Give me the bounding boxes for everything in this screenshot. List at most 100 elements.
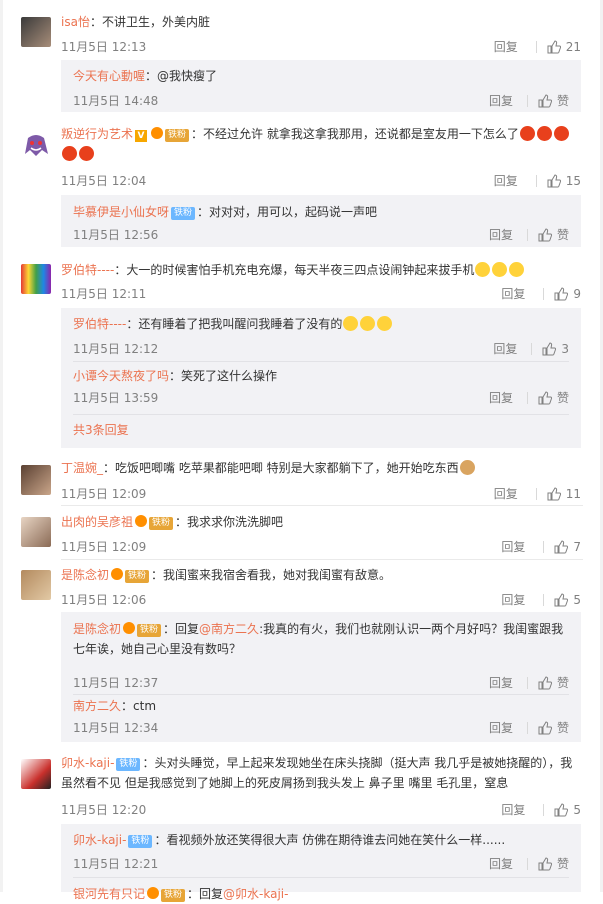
reply-button[interactable]: 回复 [501,801,525,818]
timestamp: 11月5日 12:37 [73,676,159,690]
reply-button[interactable]: 回复 [494,172,518,189]
username[interactable]: 叛逆行为艺术 [61,127,133,141]
comment-text: 虽然看不见 但是我感觉到了她脚上的死皮屑扬到我头发上 鼻子里 嘴里 毛孔里，窒息 [61,776,509,790]
username[interactable]: 丁温婉_ [61,461,103,475]
username[interactable]: 毕慕伊是小仙女呀 [73,205,169,219]
reply-box: 卯水-kaji- 铁粉 ：看视频外放还笑得很大声 仿佛在期待谁去问她在笑什么一样..… [61,824,581,902]
reply-button[interactable]: 回复 [494,38,518,55]
reply-text: :我真的有火，我们也就刚认识一两个月好吗？我闺蜜跟我 [259,622,564,636]
grin-emoji-icon [509,262,525,277]
like-button[interactable]: 7 [554,540,581,554]
thumbs-up-icon [538,720,552,734]
like-button[interactable]: 赞 [538,855,569,872]
reply-button[interactable]: 回复 [489,674,513,691]
thumbs-up-icon [538,856,552,870]
username[interactable]: 卯水-kaji- [73,833,126,847]
reply-button[interactable]: 回复 [493,340,517,357]
reply-text: 七年诶，她自己心里没有数吗？ [73,642,242,656]
grin-emoji-icon [343,316,359,331]
username[interactable]: 卯水-kaji- [61,756,114,770]
avatar[interactable] [21,465,51,495]
divider [535,487,537,500]
like-button[interactable]: 5 [554,593,581,607]
divider [543,540,545,553]
like-button[interactable]: 5 [554,803,581,817]
timestamp: 11月5日 12:06 [61,593,147,607]
like-button[interactable]: 3 [542,342,569,356]
like-button[interactable]: 21 [547,40,581,54]
divider [61,559,583,560]
reply-button[interactable]: 回复 [501,591,525,608]
username[interactable]: 是陈念初 [61,568,109,582]
like-button[interactable]: 赞 [538,92,569,109]
avatar[interactable] [21,264,51,294]
angry-emoji-icon [79,146,94,161]
avatar[interactable] [21,17,51,47]
thumbs-up-icon [538,675,552,689]
reply-button[interactable]: 回复 [489,226,513,243]
thumbs-up-icon [538,227,552,241]
thumbs-up-icon [547,173,561,187]
comment-text: ：不讲卫生，外美内脏 [89,15,210,29]
avatar[interactable] [21,759,51,789]
reply-button[interactable]: 回复 [489,389,513,406]
reply-text: ：ctm [121,699,157,713]
more-replies-link[interactable]: 共3条回复 [73,423,129,437]
angry-emoji-icon [62,146,77,161]
username[interactable]: isa怡 [61,15,90,29]
username[interactable]: 银河先有只记 [73,887,145,901]
divider [526,391,528,404]
like-count: 赞 [556,228,569,242]
like-button[interactable]: 9 [554,287,581,301]
username[interactable]: 罗伯特---- [73,317,126,331]
divider [535,40,537,53]
timestamp: 11月5日 12:56 [73,228,159,242]
reply-prefix: ：回复 [163,622,200,636]
fan-badge: 铁粉 [149,517,174,530]
username[interactable]: 罗伯特---- [61,263,114,277]
like-count: 5 [573,592,581,607]
like-button[interactable]: 11 [547,487,581,501]
angry-emoji-icon [536,126,552,141]
thumbs-up-icon [554,539,569,553]
reply-box: 是陈念初 铁粉 ：回复@南方二久:我真的有火，我们也就刚认识一两个月好吗？我闺蜜跟我… [61,612,581,742]
divider [526,228,528,241]
like-count: 赞 [556,94,569,108]
username[interactable]: 出肉的吴彦祖 [61,515,133,529]
cat-emoji-icon [459,460,475,475]
avatar[interactable] [21,517,51,547]
avatar[interactable] [21,570,51,600]
fan-badge: 铁粉 [171,207,196,220]
like-button[interactable]: 赞 [538,674,569,691]
reply-button[interactable]: 回复 [489,855,513,872]
fan-badge: 铁粉 [125,570,150,583]
divider [543,287,545,300]
timestamp: 11月5日 12:34 [73,721,159,735]
angry-emoji-icon [553,126,569,141]
username[interactable]: 是陈念初 [73,622,121,636]
timestamp: 11月5日 12:09 [61,540,147,554]
reply-button[interactable]: 回复 [489,92,513,109]
comment-text: ：不经过允许 就拿我这拿我那用，还说都是室友用一下怎么了 [191,127,519,141]
username[interactable]: 今天有心動喔 [73,69,145,83]
thumbs-up-icon [547,486,561,500]
timestamp: 11月5日 12:20 [61,803,147,817]
reply-button[interactable]: 回复 [494,485,518,502]
divider [61,505,583,506]
reply-button[interactable]: 回复 [501,285,525,302]
like-button[interactable]: 15 [547,174,581,188]
divider [73,361,569,362]
reply-button[interactable]: 回复 [501,538,525,555]
like-button[interactable]: 赞 [538,226,569,243]
like-count: 赞 [556,721,569,735]
like-button[interactable]: 赞 [538,719,569,736]
reply-button[interactable]: 回复 [489,719,513,736]
username[interactable]: 小谭今天熬夜了吗 [73,369,169,383]
avatar[interactable] [21,130,51,160]
mention-link[interactable]: @南方二久 [199,622,259,636]
username[interactable]: 南方二久 [73,699,121,713]
mention-link[interactable]: @卯水-kaji- [223,887,288,901]
crown-icon [151,127,164,139]
reply-text: ：笑死了这什么操作 [169,369,278,383]
like-button[interactable]: 赞 [538,389,569,406]
